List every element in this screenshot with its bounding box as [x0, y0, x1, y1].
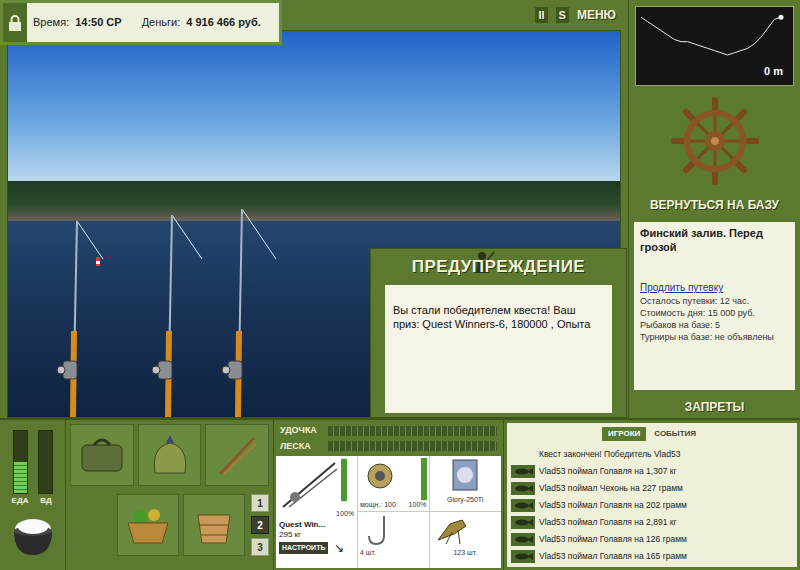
top-control-button[interactable]: S: [556, 7, 569, 24]
depth-chart: 0 m: [635, 6, 794, 86]
bait-icon: [432, 514, 472, 548]
condition-bar: [341, 459, 347, 501]
arrow-icon: ↘: [334, 542, 344, 554]
meter: [38, 430, 53, 494]
bait-count: 123 шт.: [453, 548, 477, 557]
bag-icon: [78, 435, 126, 475]
game-window: II S МЕНЮ Время: 14:50 СР Деньги: 4 916 466 ру…: [0, 0, 800, 570]
rod-name: Quest Win...: [279, 520, 354, 530]
money-value: 4 916 466 руб.: [186, 14, 261, 31]
hook-card[interactable]: 4 шт.: [358, 512, 430, 568]
events-tab[interactable]: СОБЫТИЯ: [648, 427, 702, 441]
time-label: Время:: [33, 14, 69, 31]
tension-bar: [328, 441, 497, 451]
inventory-panel: 1 2 3: [66, 420, 274, 570]
backpack-button[interactable]: [138, 424, 202, 486]
ship-wheel-icon[interactable]: [670, 96, 760, 186]
bucket-button[interactable]: [183, 494, 245, 556]
location-detail: Рыбаков на базе: 5: [640, 319, 789, 331]
food-basket-button[interactable]: [117, 494, 179, 556]
tackle-bag-button[interactable]: [70, 424, 134, 486]
top-control-button[interactable]: МЕНЮ: [577, 6, 616, 24]
condition-bar: [421, 458, 427, 500]
reel-condition: 100%: [409, 500, 427, 509]
extend-trip-link[interactable]: Продлить путевку: [640, 280, 789, 295]
event-message: Vlad53 поймал Голавля на 2,891 кг: [511, 515, 793, 530]
fish-icon: [511, 482, 535, 495]
depth-profile-icon: [636, 7, 792, 63]
right-column: 0 m ВЕРНУТЬСЯ НА БАЗУ Финский залив. Перед…: [628, 0, 800, 418]
fish-icon: [511, 499, 535, 512]
bucket-icon: [192, 505, 236, 545]
money-label: Деньги:: [142, 14, 181, 31]
tension-label: ЛЕСКА: [280, 440, 324, 454]
bait-card[interactable]: 123 шт.: [430, 512, 502, 568]
hook-icon: [360, 514, 400, 548]
rod-condition: 100%: [336, 509, 354, 520]
fish-icon: [511, 533, 535, 546]
reel-card[interactable]: мощн.: 100 100%: [358, 456, 430, 512]
line-name: Glory-250Ti: [447, 495, 483, 504]
location-title: Финский залив. Перед грозой: [640, 226, 789, 254]
top-control-button[interactable]: II: [535, 7, 547, 24]
fish-icon: [511, 550, 535, 563]
event-message: Vlad53 поймал Голавля на 165 грамм: [511, 549, 793, 564]
rod-icon: [279, 459, 339, 509]
bans-button[interactable]: ЗАПРЕТЫ: [629, 398, 800, 416]
slot-button[interactable]: 3: [251, 538, 269, 556]
event-message: Vlad53 поймал Чехонь на 227 грамм: [511, 481, 793, 496]
cooking-pot-icon[interactable]: [8, 511, 58, 561]
return-to-base-button[interactable]: ВЕРНУТЬСЯ НА БАЗУ: [629, 196, 800, 214]
status-bar: Время: 14:50 СР Деньги: 4 916 466 руб.: [0, 0, 282, 45]
line-spool-icon: [447, 458, 483, 492]
lock-icon[interactable]: [3, 3, 27, 42]
depth-reading: 0 m: [764, 63, 783, 80]
event-message: Квест закончен! Победитель Vlad53: [511, 447, 793, 462]
location-info: Финский залив. Перед грозой Продлить путе…: [634, 222, 795, 390]
meter-label: ЕДА: [12, 495, 29, 507]
warning-dialog: ПРЕДУПРЕЖДЕНИЕ Вы стали победителем квест…: [370, 248, 627, 418]
fish-icon: [511, 465, 535, 478]
events-tab[interactable]: ИГРОКИ: [602, 427, 646, 441]
rods-button[interactable]: [205, 424, 269, 486]
events-panel: ИГРОКИСОБЫТИЯ Квест закончен! Победитель …: [504, 420, 800, 570]
basket-icon: [124, 505, 172, 545]
event-message: Vlad53 поймал Голавля на 1,307 кг: [511, 464, 793, 479]
meter-label: ВД: [40, 495, 51, 507]
hook-count: 4 шт.: [360, 548, 427, 557]
reel-power: мощн.: 100: [360, 500, 396, 509]
time-value: 14:50 СР: [75, 14, 121, 31]
rod-case-icon: [214, 432, 260, 478]
tackle-panel: УДОЧКАЛЕСКА100%Quest Win...295 кгНАСТРОИ…: [274, 420, 504, 570]
event-message: Vlad53 поймал Голавля на 202 грамм: [511, 498, 793, 513]
meters-panel: ЕДА ВД: [0, 420, 66, 570]
slot-button[interactable]: 2: [251, 516, 269, 534]
configure-button[interactable]: НАСТРОИТЬ: [279, 542, 328, 555]
fish-icon: [511, 516, 535, 529]
dialog-title: ПРЕДУПРЕЖДЕНИЕ: [412, 254, 585, 280]
rod-card[interactable]: 100%Quest Win...295 кг НАСТРОИТЬ ↘: [276, 456, 358, 568]
event-message: Vlad53 поймал Голавля на 126 грамм: [511, 532, 793, 547]
reel-icon: [360, 458, 400, 494]
tension-bar: [328, 426, 497, 436]
location-detail: Стоимость дня: 15 000 руб.: [640, 307, 789, 319]
rod-load: 295 кг: [279, 530, 354, 540]
location-detail: Турниры на базе: не объявлены: [640, 331, 789, 343]
slot-button[interactable]: 1: [251, 494, 269, 512]
dialog-message: Вы стали победителем квеста! Ваш приз: Q…: [385, 285, 612, 413]
meter: [13, 430, 28, 494]
line-card[interactable]: Glory-250Ti: [430, 456, 502, 512]
backpack-icon: [147, 433, 193, 477]
location-detail: Осталось путевки: 12 час.: [640, 295, 789, 307]
tension-label: УДОЧКА: [280, 424, 324, 438]
